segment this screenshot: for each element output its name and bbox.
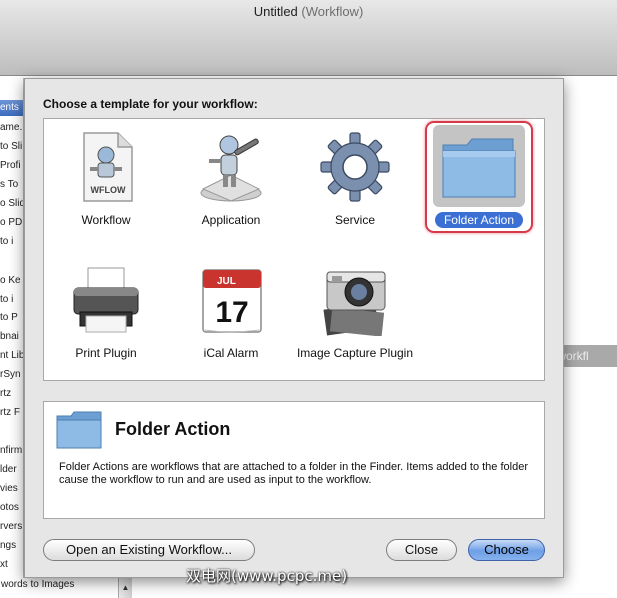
list-item[interactable]: rvers bbox=[0, 521, 23, 533]
list-item[interactable]: words to Images bbox=[0, 578, 124, 598]
list-item[interactable]: o Slid bbox=[0, 198, 23, 210]
list-scrollbar[interactable]: ▲ bbox=[118, 578, 132, 598]
automator-robot-icon bbox=[200, 135, 262, 202]
watermark-text: 双电网(www.pcpc.me) bbox=[186, 567, 348, 585]
calendar-day-text: 17 bbox=[215, 296, 248, 329]
template-label: Workflow bbox=[81, 213, 131, 227]
list-item[interactable]: bnai bbox=[0, 331, 23, 343]
wflow-document-icon: WFLOW bbox=[83, 132, 133, 202]
template-workflow[interactable]: WFLOW Workflow bbox=[46, 123, 166, 243]
choose-button[interactable]: Choose bbox=[468, 539, 545, 561]
close-button[interactable]: Close bbox=[386, 539, 457, 561]
window-titlebar: Untitled (Workflow) bbox=[0, 0, 617, 76]
description-title: Folder Action bbox=[115, 419, 231, 439]
background-action-list[interactable]: ents ame. to Sli Profi s To o Slid o PD … bbox=[0, 78, 24, 598]
description-body: Folder Actions are workflows that are at… bbox=[59, 461, 528, 486]
list-item[interactable]: nfirm bbox=[0, 445, 23, 457]
calendar-icon: JUL 17 bbox=[202, 269, 262, 333]
window-title: Untitled (Workflow) bbox=[0, 4, 617, 19]
window-title-sub: (Workflow) bbox=[301, 4, 364, 19]
template-grid: WFLOW Workflow Application Service Folde… bbox=[43, 118, 545, 381]
template-description-panel: Folder Action Folder Actions are workflo… bbox=[43, 401, 545, 519]
template-label: Service bbox=[334, 213, 375, 227]
template-image-capture-plugin[interactable]: Image Capture Plugin bbox=[295, 256, 415, 376]
gear-icon bbox=[320, 132, 390, 202]
list-item[interactable]: ame. bbox=[0, 122, 23, 134]
list-item[interactable]: rtz F bbox=[0, 407, 23, 419]
folder-icon bbox=[442, 138, 516, 198]
printer-icon bbox=[73, 267, 139, 333]
list-item[interactable]: rtz bbox=[0, 388, 23, 400]
wflow-badge-text: WFLOW bbox=[91, 185, 126, 195]
list-item[interactable]: otos bbox=[0, 502, 23, 514]
template-service[interactable]: Service bbox=[295, 123, 415, 243]
template-label: Image Capture Plugin bbox=[296, 346, 414, 360]
template-label-selected: Folder Action bbox=[419, 212, 539, 228]
template-print-plugin[interactable]: Print Plugin bbox=[46, 256, 166, 376]
list-item[interactable]: to Sli bbox=[0, 141, 23, 153]
list-item[interactable]: vies bbox=[0, 483, 23, 495]
camera-icon bbox=[323, 271, 386, 336]
template-ical-alarm[interactable]: JUL 17 iCal Alarm bbox=[171, 256, 291, 376]
list-item[interactable]: to P bbox=[0, 312, 23, 324]
template-label: iCal Alarm bbox=[203, 346, 259, 360]
template-label: Folder Action bbox=[434, 212, 524, 228]
template-label: Application bbox=[201, 213, 261, 227]
window-title-main: Untitled bbox=[253, 4, 298, 19]
list-item[interactable]: rSyn bbox=[0, 369, 23, 381]
list-item[interactable]: ngs bbox=[0, 540, 23, 552]
scroll-up-arrow-icon[interactable]: ▲ bbox=[122, 583, 130, 592]
folder-icon bbox=[56, 411, 102, 449]
list-item[interactable]: to i bbox=[0, 236, 23, 248]
template-chooser-sheet: Choose a template for your workflow: WFL… bbox=[24, 78, 564, 578]
list-item[interactable]: to i bbox=[0, 294, 23, 306]
template-label: Print Plugin bbox=[75, 346, 137, 360]
template-application[interactable]: Application bbox=[171, 123, 291, 243]
list-item[interactable]: s To bbox=[0, 179, 23, 191]
list-item[interactable]: o Ke bbox=[0, 275, 23, 287]
template-folder-action[interactable]: Folder Action bbox=[419, 121, 539, 243]
list-item[interactable]: lder bbox=[0, 464, 23, 476]
open-existing-workflow-button[interactable]: Open an Existing Workflow... bbox=[43, 539, 255, 561]
list-item[interactable]: nt Lib bbox=[0, 350, 23, 362]
sheet-heading: Choose a template for your workflow: bbox=[43, 97, 258, 111]
list-item[interactable]: o PD bbox=[0, 217, 23, 229]
list-item[interactable]: Profi bbox=[0, 160, 23, 172]
list-item[interactable]: xt bbox=[0, 559, 23, 571]
background-list-header: ents bbox=[0, 100, 23, 116]
calendar-month-text: JUL bbox=[217, 276, 236, 287]
